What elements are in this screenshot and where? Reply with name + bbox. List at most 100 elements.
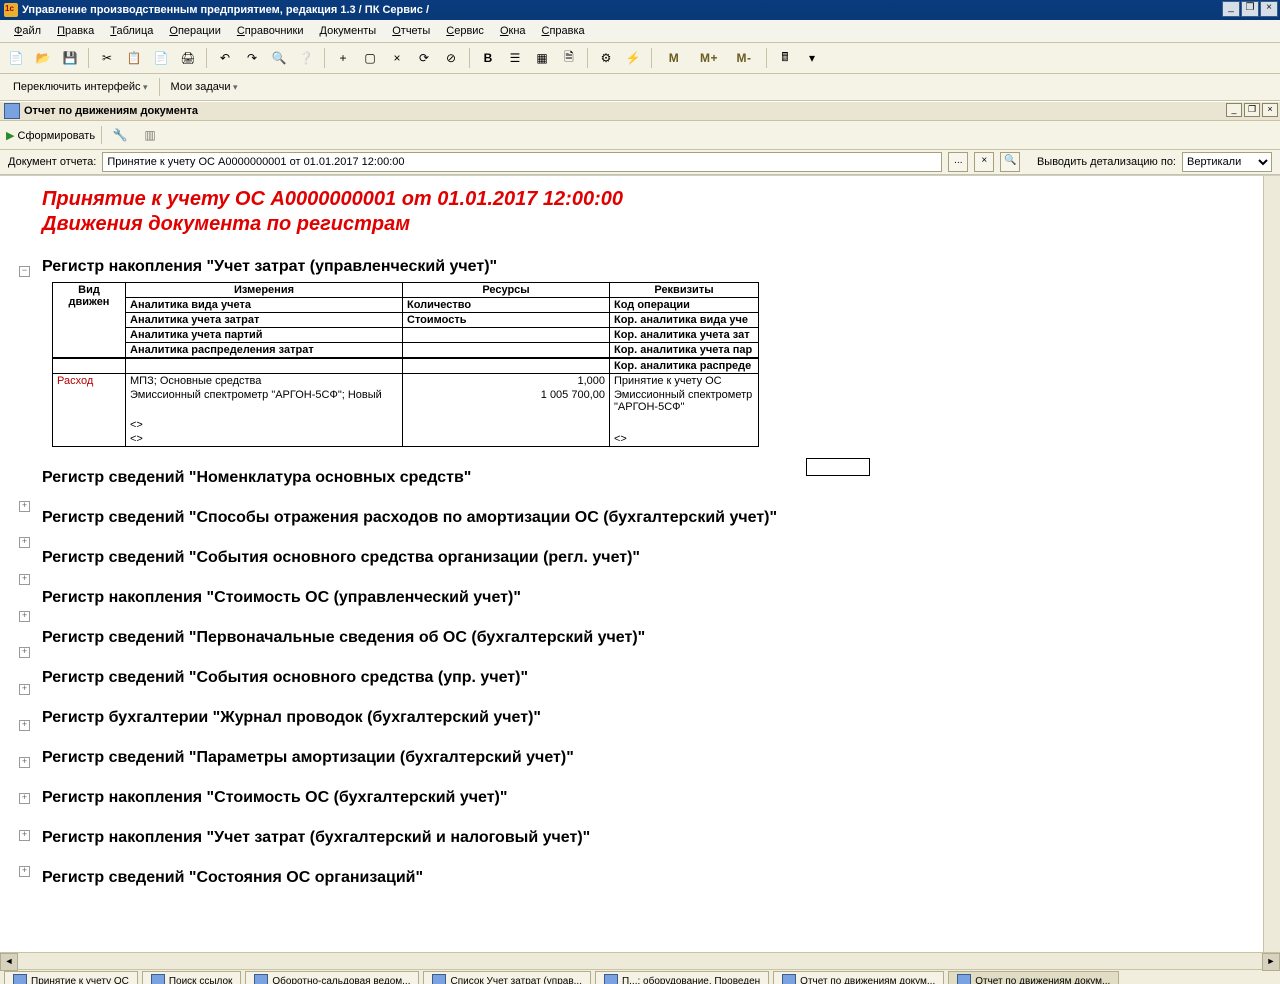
window-tab-label: Оборотно-сальдовая ведом... bbox=[272, 976, 410, 984]
scroll-left-button[interactable]: ◄ bbox=[0, 953, 18, 971]
mem-mplus-button[interactable]: M+ bbox=[693, 46, 725, 70]
register-heading: Регистр сведений "Первоначальные сведени… bbox=[42, 629, 1249, 647]
register-heading: Регистр сведений "События основного сред… bbox=[42, 669, 1249, 687]
row-dim: МПЗ; Основные средства bbox=[126, 374, 403, 389]
report-title-1: Принятие к учету ОС A0000000001 от 01.01… bbox=[42, 188, 1249, 211]
menu-документы[interactable]: Документы bbox=[312, 23, 385, 39]
settings-icon[interactable]: 🔧 bbox=[108, 123, 132, 147]
print-icon[interactable]: 🖨 bbox=[176, 46, 200, 70]
window-tab-label: Принятие к учету ОС bbox=[31, 976, 129, 984]
help-icon[interactable]: ❔ bbox=[294, 46, 318, 70]
menu-справка[interactable]: Справка bbox=[534, 23, 593, 39]
doc-icon[interactable]: 🗎 bbox=[557, 46, 581, 70]
th-res: Ресурсы bbox=[403, 283, 610, 298]
detail-select[interactable]: Вертикали bbox=[1182, 152, 1272, 172]
report-area: −+++++++++++ Принятие к учету ОС A000000… bbox=[0, 175, 1280, 952]
calc-icon[interactable]: 🖩 bbox=[773, 46, 797, 70]
menu-правка[interactable]: Правка bbox=[49, 23, 102, 39]
menu-окна[interactable]: Окна bbox=[492, 23, 534, 39]
window-tab-label: П...: оборудование. Проведен bbox=[622, 976, 760, 984]
stop-icon[interactable]: ⊘ bbox=[439, 46, 463, 70]
doc-close-button[interactable]: × bbox=[1262, 103, 1278, 117]
window-tab[interactable]: Список Учет затрат (управ... bbox=[423, 971, 590, 984]
grid-icon[interactable]: ▦ bbox=[530, 46, 554, 70]
menu-отчеты[interactable]: Отчеты bbox=[384, 23, 438, 39]
outline-gutter: −+++++++++++ bbox=[0, 176, 28, 952]
window-tab[interactable]: П...: оборудование. Проведен bbox=[595, 971, 769, 984]
row-res: 1 005 700,00 bbox=[403, 388, 610, 402]
req-row: Кор. аналитика распреде bbox=[610, 358, 759, 374]
mem-mminus-button[interactable]: M- bbox=[728, 46, 760, 70]
doc-restore-button[interactable]: ❐ bbox=[1244, 103, 1260, 117]
mem-m-button[interactable]: M bbox=[658, 46, 690, 70]
menu-операции[interactable]: Операции bbox=[161, 23, 228, 39]
my-tasks-button[interactable]: Мои задачи bbox=[164, 78, 245, 96]
window-tab[interactable]: Отчет по движениям докум... bbox=[948, 971, 1119, 984]
restore-button[interactable]: ❐ bbox=[1241, 1, 1259, 17]
doc-param-search-button[interactable]: 🔍 bbox=[1000, 152, 1020, 172]
vertical-scrollbar[interactable] bbox=[1263, 176, 1280, 952]
find-icon[interactable]: 🔍 bbox=[267, 46, 291, 70]
detail-label: Выводить детализацию по: bbox=[1037, 156, 1176, 168]
main-toolbar: 📄 📂 💾 ✂ 📋 📄 🖨 ↶ ↷ 🔍 ❔ + ▢ × ⟳ ⊘ B ☰ ▦ 🗎 … bbox=[0, 43, 1280, 74]
dim-row: Аналитика учета затрат bbox=[126, 313, 403, 328]
doc-param-clear-button[interactable]: × bbox=[974, 152, 994, 172]
window-tabs: Принятие к учету ОС Поиск ссылок Оборотно-… bbox=[0, 969, 1280, 984]
res-row bbox=[403, 328, 610, 343]
minimize-button[interactable]: _ bbox=[1222, 1, 1240, 17]
register-heading: Регистр сведений "Способы отражения расх… bbox=[42, 509, 1249, 527]
register-heading: Регистр сведений "Состояния ОС организац… bbox=[42, 869, 1249, 887]
report-icon bbox=[4, 103, 20, 119]
list-icon[interactable]: ☰ bbox=[503, 46, 527, 70]
interface-bar: Переключить интерфейс Мои задачи bbox=[0, 74, 1280, 101]
dropdown-icon[interactable]: ▾ bbox=[800, 46, 824, 70]
dim-row: Аналитика учета партий bbox=[126, 328, 403, 343]
window-tab-icon bbox=[151, 974, 165, 984]
run-report-button[interactable]: Сформировать bbox=[6, 129, 95, 142]
tool2-icon[interactable]: ⚡ bbox=[621, 46, 645, 70]
tool1-icon[interactable]: ⚙ bbox=[594, 46, 618, 70]
window-tab-label: Отчет по движениям докум... bbox=[800, 976, 935, 984]
zoom-in-icon[interactable]: + bbox=[331, 46, 355, 70]
redo-icon[interactable]: ↷ bbox=[240, 46, 264, 70]
doc-param-input[interactable] bbox=[102, 152, 942, 172]
window-tab[interactable]: Принятие к учету ОС bbox=[4, 971, 138, 984]
doc-param-ellipsis-button[interactable]: ... bbox=[948, 152, 968, 172]
window-tab[interactable]: Оборотно-сальдовая ведом... bbox=[245, 971, 419, 984]
doc-minimize-button[interactable]: _ bbox=[1226, 103, 1242, 117]
window-tab-icon bbox=[782, 974, 796, 984]
menu-файл[interactable]: Файл bbox=[6, 23, 49, 39]
res-row: Стоимость bbox=[403, 313, 610, 328]
res-row: Количество bbox=[403, 298, 610, 313]
menu-справочники[interactable]: Справочники bbox=[229, 23, 312, 39]
row-req: Эмиссионный спектрометр "АРГОН-5СФ" bbox=[610, 388, 759, 418]
register-heading: Регистр накопления "Учет затрат (бухгалт… bbox=[42, 829, 1249, 847]
window-tab[interactable]: Поиск ссылок bbox=[142, 971, 242, 984]
scroll-right-button[interactable]: ► bbox=[1262, 953, 1280, 971]
paste-icon[interactable]: 📄 bbox=[149, 46, 173, 70]
zoom-out-icon[interactable]: × bbox=[385, 46, 409, 70]
open-icon[interactable]: 📂 bbox=[31, 46, 55, 70]
cut-icon[interactable]: ✂ bbox=[95, 46, 119, 70]
report-body[interactable]: Принятие к учету ОС A0000000001 от 01.01… bbox=[28, 176, 1263, 952]
window-tab-icon bbox=[432, 974, 446, 984]
menu-таблица[interactable]: Таблица bbox=[102, 23, 161, 39]
window-tab[interactable]: Отчет по движениям докум... bbox=[773, 971, 944, 984]
new-doc-icon[interactable]: 📄 bbox=[4, 46, 28, 70]
save-icon[interactable]: 💾 bbox=[58, 46, 82, 70]
copy-icon[interactable]: 📋 bbox=[122, 46, 146, 70]
refresh-icon[interactable]: ⟳ bbox=[412, 46, 436, 70]
row-dim: Эмиссионный спектрометр "АРГОН-5СФ"; Нов… bbox=[126, 388, 403, 402]
th-kind: Вид движен bbox=[53, 283, 126, 359]
undo-icon[interactable]: ↶ bbox=[213, 46, 237, 70]
document-title: Отчет по движениям документа bbox=[24, 105, 198, 117]
menu-сервис[interactable]: Сервис bbox=[438, 23, 492, 39]
switch-interface-button[interactable]: Переключить интерфейс bbox=[6, 78, 155, 96]
close-button[interactable]: × bbox=[1260, 1, 1278, 17]
dim-row: Аналитика вида учета bbox=[126, 298, 403, 313]
bold-icon[interactable]: B bbox=[476, 46, 500, 70]
horizontal-scrollbar[interactable]: ◄ ► bbox=[0, 952, 1280, 969]
export-icon[interactable]: ▥ bbox=[138, 123, 162, 147]
zoom-fit-icon[interactable]: ▢ bbox=[358, 46, 382, 70]
app-title: Управление производственным предприятием… bbox=[22, 4, 429, 16]
